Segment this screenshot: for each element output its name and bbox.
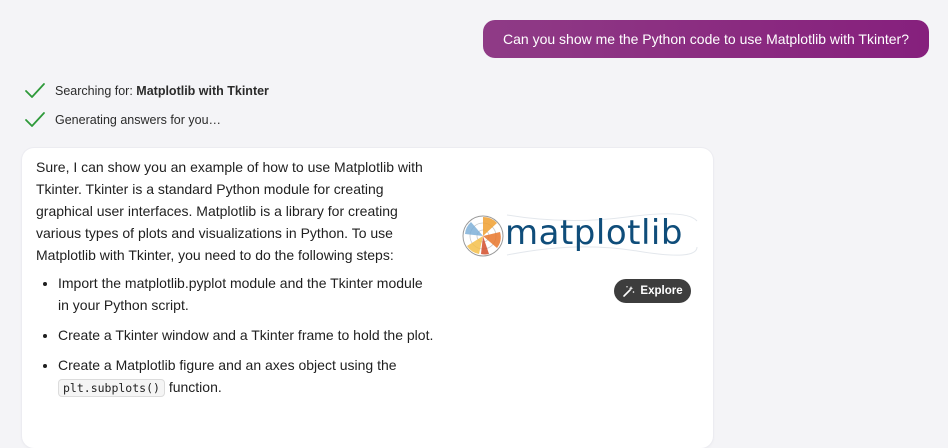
steps-list: Import the matplotlib.pyplot module and … xyxy=(36,272,436,399)
explore-label: Explore xyxy=(640,285,683,297)
checkmark-icon xyxy=(25,83,45,98)
list-item: Create a Matplotlib figure and an axes o… xyxy=(58,354,436,399)
answer-text: Sure, I can show you an example of how t… xyxy=(36,156,436,407)
step-text: Create a Tkinter window and a Tkinter fr… xyxy=(58,327,434,343)
step-text: Import the matplotlib.pyplot module and … xyxy=(58,275,423,313)
status-searching: Searching for: Matplotlib with Tkinter xyxy=(24,82,269,100)
answer-intro: Sure, I can show you an example of how t… xyxy=(36,159,423,263)
step-suffix: function. xyxy=(164,379,222,395)
user-message-text: Can you show me the Python code to use M… xyxy=(503,31,909,47)
inline-code: plt.subplots() xyxy=(58,379,165,397)
generating-label: Generating answers for you… xyxy=(55,113,222,127)
explore-button[interactable]: Explore xyxy=(614,279,691,303)
magic-wand-icon xyxy=(623,285,635,297)
step-text: Create a Matplotlib figure and an axes o… xyxy=(58,357,397,373)
searching-query: Matplotlib with Tkinter xyxy=(136,84,269,98)
searching-label: Searching for: xyxy=(55,84,137,98)
status-generating: Generating answers for you… xyxy=(24,111,221,129)
list-item: Create a Tkinter window and a Tkinter fr… xyxy=(58,324,436,346)
matplotlib-polar-icon xyxy=(462,215,504,257)
matplotlib-logo-image[interactable]: matplotlib xyxy=(447,211,699,260)
answer-card: Sure, I can show you an example of how t… xyxy=(22,148,713,448)
user-message-bubble: Can you show me the Python code to use M… xyxy=(483,20,929,58)
checkmark-icon xyxy=(25,112,45,127)
logo-text: matplotlib xyxy=(505,213,683,253)
list-item: Import the matplotlib.pyplot module and … xyxy=(58,272,436,316)
